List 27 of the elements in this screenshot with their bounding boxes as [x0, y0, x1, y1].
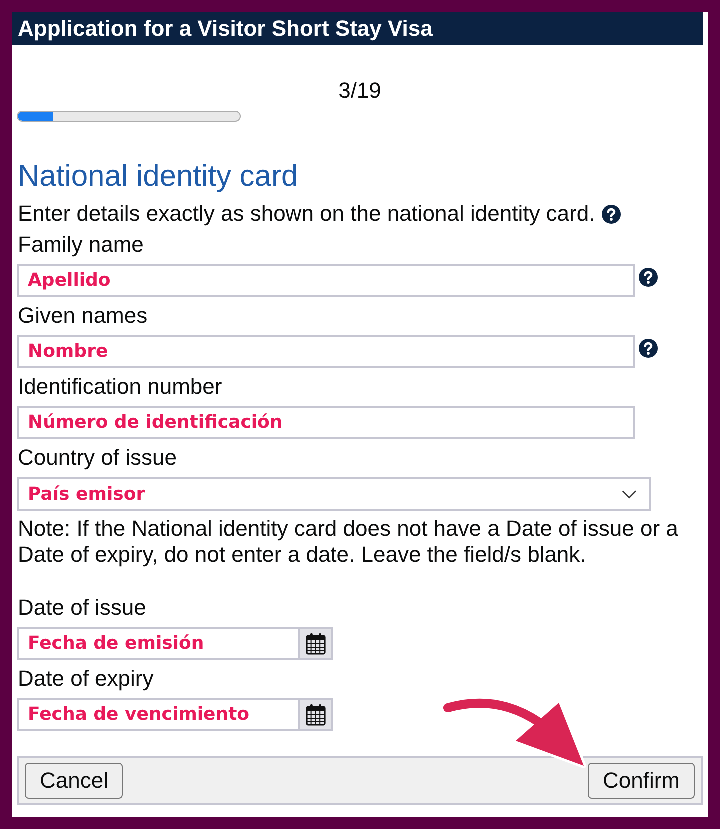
field-label: Given names — [18, 304, 148, 328]
help-icon[interactable] — [602, 204, 622, 224]
field-label: Identification number — [18, 375, 222, 399]
field-label: Country of issue — [18, 446, 177, 470]
text-field[interactable]: Nombre — [17, 335, 635, 368]
calendar-icon — [306, 704, 326, 726]
calendar-button[interactable] — [300, 627, 333, 660]
field-label: Date of issue — [18, 596, 146, 620]
country-dropdown[interactable]: País emisor — [17, 477, 651, 511]
confirm-button[interactable]: Confirm — [588, 762, 695, 798]
field-label: Date of expiry — [18, 667, 154, 691]
date-field[interactable]: Fecha de emisión — [17, 627, 300, 660]
intro-text: Enter details exactly as shown on the national identity card. — [18, 202, 596, 226]
field-label: Family name — [18, 233, 144, 257]
help-icon[interactable] — [639, 268, 658, 287]
section-heading: National identity card — [18, 160, 298, 194]
chevron-down-icon — [622, 490, 637, 498]
date-field[interactable]: Fecha de vencimiento — [17, 698, 300, 731]
calendar-icon — [306, 632, 326, 654]
cancel-button[interactable]: Cancel — [25, 762, 124, 798]
help-icon[interactable] — [639, 339, 658, 358]
text-field[interactable]: Número de identificación — [17, 406, 635, 439]
text-field[interactable]: Apellido — [17, 264, 635, 297]
note-text: Note: If the National identity card does not have a Date of issue or a Date of expiry, do not enter a date. Leave the field/s blank. — [18, 516, 680, 568]
window-title: Application for a Visitor Short Stay Visa — [18, 16, 433, 42]
calendar-button[interactable] — [300, 698, 333, 731]
step-counter: 3/19 — [338, 79, 382, 103]
